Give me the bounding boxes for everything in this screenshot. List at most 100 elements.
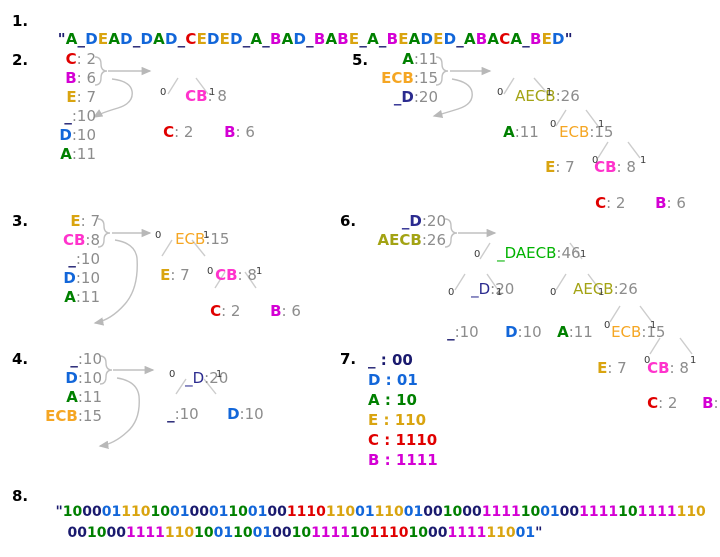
input-char: C bbox=[499, 30, 511, 48]
encoded-bits-line2: 0010001111110100110010010111110111010001… bbox=[68, 525, 536, 541]
code-separator: : bbox=[378, 411, 395, 429]
step-6-bit-rr: 1 bbox=[598, 287, 605, 298]
queue-count: 11 bbox=[418, 50, 438, 68]
code-table-row: _ : 00 bbox=[368, 350, 438, 370]
step-4-queue-item: _:10 bbox=[16, 350, 102, 369]
queue-symbol: _ bbox=[68, 250, 76, 268]
input-char: D bbox=[293, 30, 307, 48]
queue-count: 10 bbox=[76, 107, 96, 125]
code-symbol: E bbox=[368, 411, 379, 429]
code-symbol: C bbox=[368, 431, 380, 449]
input-char: D bbox=[552, 30, 565, 48]
step-6-bit-rrl: 0 bbox=[604, 320, 611, 331]
step-3-queue-item: D:10 bbox=[18, 269, 100, 288]
step-1-number: 1. bbox=[12, 12, 29, 30]
input-char: D bbox=[140, 30, 154, 48]
input-char: A bbox=[65, 30, 78, 48]
step-6-bit-left: 0 bbox=[474, 249, 481, 260]
step-2-bit-left: 0 bbox=[160, 87, 167, 98]
encoded-symbol-bits: 110 bbox=[164, 525, 195, 541]
queue-symbol: _D bbox=[401, 212, 422, 230]
step-3-node-rl: C: 2 bbox=[210, 302, 241, 320]
input-char: A bbox=[510, 30, 523, 48]
code-separator: : bbox=[379, 451, 396, 469]
step-2-bit-right: 1 bbox=[209, 87, 216, 98]
input-char: E bbox=[433, 30, 444, 48]
step-3-queue: E: 7 CB:8 _:10 D:10 A:11 bbox=[18, 212, 100, 307]
step-7-number: 7. bbox=[340, 350, 357, 368]
input-char: C bbox=[185, 30, 197, 48]
encoded-symbol-bits: 01 bbox=[252, 525, 273, 541]
input-char: _ bbox=[456, 30, 464, 48]
input-char: A bbox=[108, 30, 121, 48]
queue-count: 7 bbox=[90, 212, 100, 230]
code-symbol: D bbox=[368, 371, 381, 389]
queue-symbol: E bbox=[66, 88, 77, 106]
step-2-queue: C: 2 B: 6 E: 7 _:10 D:10 A:11 bbox=[18, 50, 96, 164]
code-separator: : bbox=[379, 431, 396, 449]
input-char: _ bbox=[132, 30, 141, 48]
encoded-symbol-bits: 1111 bbox=[311, 525, 351, 541]
encoded-symbol-bits: 10 bbox=[86, 525, 107, 541]
input-char: E bbox=[348, 30, 360, 48]
step-4-queue-item: A:11 bbox=[16, 388, 102, 407]
step-6-bit-lr: 1 bbox=[496, 287, 503, 298]
step-6-node-rrrr: B: 6 bbox=[702, 394, 719, 412]
step-5-node-rrl: C: 2 bbox=[595, 194, 626, 212]
step-5-bit-rrl: 0 bbox=[592, 155, 599, 166]
step-4-queue: _:10 D:10 A:11 ECB:15 bbox=[16, 350, 102, 426]
step-5-queue: A:11 ECB:15 _D:20 bbox=[358, 50, 438, 107]
input-char: E bbox=[541, 30, 553, 48]
encoded-symbol-bits: 10 bbox=[233, 525, 253, 541]
queue-symbol: CB bbox=[62, 231, 86, 249]
input-char: A bbox=[281, 30, 294, 48]
input-char: A bbox=[463, 30, 476, 48]
input-char: D bbox=[230, 30, 243, 48]
step-6-node-rrl: E: 7 bbox=[597, 359, 627, 377]
input-string-chars: A_DEAD_DAD_CEDED_A_BAD_BABE_A_BEADED_ABA… bbox=[66, 30, 565, 48]
step-6-node-lr: D:10 bbox=[505, 323, 542, 341]
queue-count: 10 bbox=[80, 250, 100, 268]
input-char: D bbox=[207, 30, 220, 48]
step-6-bit-rrrl: 0 bbox=[644, 355, 651, 366]
step-5-bit-rl: 0 bbox=[550, 119, 557, 130]
input-char: _ bbox=[262, 30, 270, 48]
queue-symbol: _D bbox=[393, 88, 414, 106]
queue-count: 7 bbox=[86, 88, 96, 106]
step-3-bit-rl: 0 bbox=[207, 266, 214, 277]
step-5-queue-item: _D:20 bbox=[358, 88, 438, 107]
step-8-number: 8. bbox=[12, 487, 29, 505]
encoded-symbol-bits: 10 bbox=[408, 525, 428, 541]
input-char: E bbox=[97, 30, 109, 48]
huffman-coding-figure: 1. "A_DEAD_DAD_CEDED_A_BAD_BABE_A_BEADED… bbox=[0, 0, 720, 541]
queue-count: 11 bbox=[82, 388, 102, 406]
encoded-symbol-bits: 1111 bbox=[125, 525, 165, 541]
encoded-symbol-bits: 01 bbox=[515, 525, 536, 541]
queue-count: 2 bbox=[86, 50, 96, 68]
queue-symbol: A bbox=[66, 388, 78, 406]
encoded-symbol-bits: 110 bbox=[676, 504, 706, 520]
step-3-bit-rr: 1 bbox=[256, 266, 263, 277]
step-4-bit-right: 1 bbox=[216, 369, 223, 380]
queue-count: 10 bbox=[80, 269, 100, 287]
step-3-bit-left: 0 bbox=[155, 230, 162, 241]
code-table-row: B : 1111 bbox=[368, 450, 438, 470]
code-table-row: D : 01 bbox=[368, 370, 438, 390]
encoded-symbol-bits: 1111 bbox=[579, 504, 619, 520]
step-2-queue-item: A:11 bbox=[18, 145, 96, 164]
code-table-row: A : 10 bbox=[368, 390, 438, 410]
encoded-symbol-bits: 1110 bbox=[369, 525, 409, 541]
step-6-bit-rrrr: 1 bbox=[690, 355, 697, 366]
step-6-queue-item: AECB:26 bbox=[346, 231, 446, 250]
step-2-queue-item: B: 6 bbox=[18, 69, 96, 88]
step-2-queue-item: _:10 bbox=[18, 107, 96, 126]
queue-separator: : bbox=[76, 69, 87, 87]
code-bits: 01 bbox=[396, 371, 418, 389]
queue-symbol: A bbox=[60, 145, 72, 163]
code-bits: 110 bbox=[394, 411, 427, 429]
step-6-bit-right: 1 bbox=[580, 249, 587, 260]
step-2-node-right: B: 6 bbox=[224, 123, 255, 141]
encoded-symbol-bits: 00 bbox=[559, 504, 580, 520]
step-5-node-rl: E: 7 bbox=[545, 158, 575, 176]
step-3-queue-item: _:10 bbox=[18, 250, 100, 269]
